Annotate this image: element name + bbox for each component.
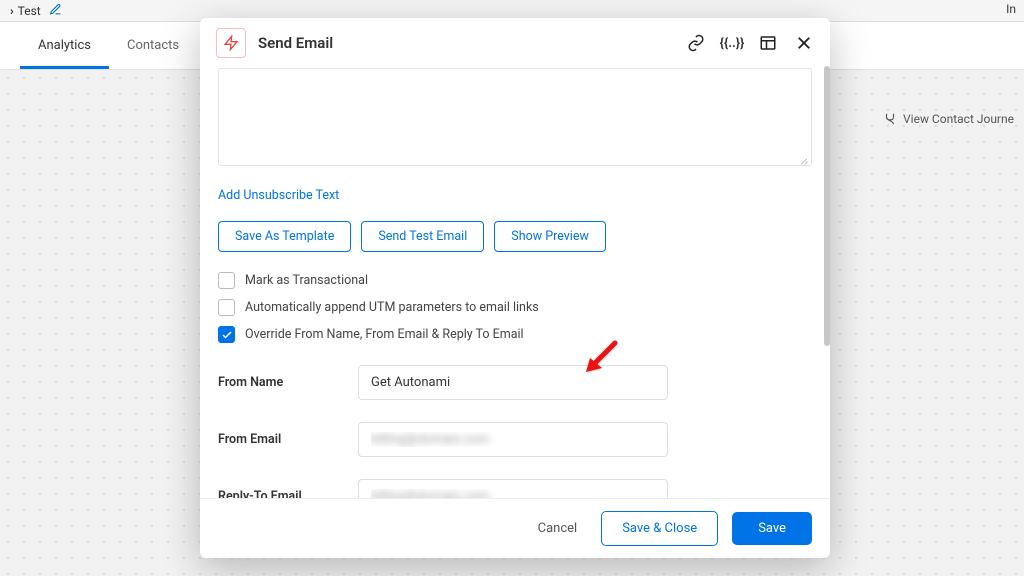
send-test-email-button[interactable]: Send Test Email [361, 221, 484, 252]
save-button[interactable]: Save [732, 512, 812, 545]
show-preview-button[interactable]: Show Preview [494, 221, 606, 252]
view-contact-journey-button[interactable]: View Contact Journe [883, 112, 1014, 126]
send-email-modal: Send Email {{..}} Add Unsubscribe Text S… [200, 18, 830, 558]
reply-to-label: Reply-To Email [218, 489, 338, 498]
email-body-textarea[interactable] [218, 68, 812, 166]
modal-header: Send Email {{..}} [200, 18, 830, 68]
add-unsubscribe-link[interactable]: Add Unsubscribe Text [218, 188, 339, 203]
lightning-icon [216, 28, 246, 58]
tab-analytics[interactable]: Analytics [20, 22, 109, 69]
override-from-label: Override From Name, From Email & Reply T… [245, 327, 524, 342]
merge-tags-icon[interactable]: {{..}} [722, 33, 742, 53]
link-icon[interactable] [686, 33, 706, 53]
close-icon[interactable] [794, 33, 814, 53]
mark-transactional-checkbox[interactable] [218, 272, 235, 289]
resize-handle-icon[interactable] [798, 154, 808, 164]
save-as-template-button[interactable]: Save As Template [218, 221, 351, 252]
modal-title: Send Email [258, 34, 674, 52]
mark-transactional-label: Mark as Transactional [245, 273, 368, 288]
reply-to-input[interactable] [358, 479, 668, 498]
modal-body: Add Unsubscribe Text Save As Template Se… [200, 68, 830, 498]
override-from-checkbox[interactable] [218, 326, 235, 343]
view-contact-journey-label: View Contact Journe [903, 112, 1014, 126]
modal-footer: Cancel Save & Close Save [200, 498, 830, 558]
from-email-input[interactable] [358, 422, 668, 457]
from-name-label: From Name [218, 375, 338, 390]
edit-icon[interactable] [49, 3, 62, 19]
cancel-button[interactable]: Cancel [528, 513, 588, 544]
chevron-right-icon: › [10, 4, 14, 18]
template-icon[interactable] [758, 33, 778, 53]
utm-params-checkbox[interactable] [218, 299, 235, 316]
tab-contacts[interactable]: Contacts [109, 22, 197, 69]
save-and-close-button[interactable]: Save & Close [601, 511, 718, 546]
top-right-label: In [1006, 2, 1016, 16]
breadcrumb-title: Test [18, 4, 41, 18]
from-name-input[interactable] [358, 365, 668, 400]
from-email-label: From Email [218, 432, 338, 447]
utm-params-label: Automatically append UTM parameters to e… [245, 300, 539, 315]
